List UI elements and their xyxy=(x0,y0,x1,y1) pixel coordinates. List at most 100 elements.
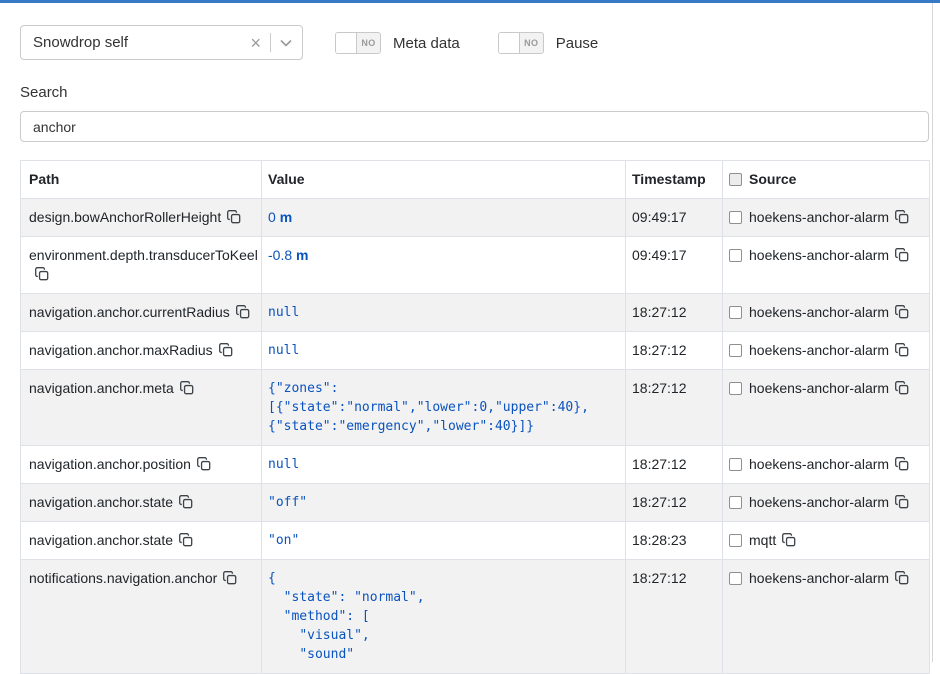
source-checkbox[interactable] xyxy=(729,572,742,585)
clear-icon[interactable]: × xyxy=(250,34,261,52)
source-checkbox[interactable] xyxy=(729,249,742,262)
path-text: navigation.anchor.position xyxy=(29,456,191,472)
toggle-knob xyxy=(499,33,520,53)
path-text: navigation.anchor.meta xyxy=(29,380,174,396)
copy-icon[interactable] xyxy=(227,210,241,224)
value-cell: { "state": "normal", "method": [ "visual… xyxy=(262,560,626,674)
timestamp-header: Timestamp xyxy=(626,161,723,199)
source-cell: hoekens-anchor-alarm xyxy=(723,484,930,522)
value-cell: null xyxy=(262,332,626,370)
copy-icon[interactable] xyxy=(895,210,909,224)
path-cell: notifications.navigation.anchor xyxy=(21,560,262,674)
copy-icon[interactable] xyxy=(236,305,250,319)
source-label: mqtt xyxy=(749,532,776,548)
copy-icon[interactable] xyxy=(180,381,194,395)
path-cell: navigation.anchor.state xyxy=(21,484,262,522)
source-checkbox[interactable] xyxy=(729,211,742,224)
copy-icon[interactable] xyxy=(895,305,909,319)
source-label: hoekens-anchor-alarm xyxy=(749,342,889,358)
toggle-knob xyxy=(336,33,357,53)
table-row: environment.depth.transducerToKeel -0.8 … xyxy=(21,237,930,294)
search-input[interactable] xyxy=(20,111,929,142)
source-cell: hoekens-anchor-alarm xyxy=(723,332,930,370)
copy-icon[interactable] xyxy=(35,267,49,281)
path-cell: design.bowAnchorRollerHeight xyxy=(21,199,262,237)
timestamp-cell: 18:27:12 xyxy=(626,484,723,522)
source-cell: mqtt xyxy=(723,522,930,560)
table-row: navigation.anchor.state "off" 18:27:12 h… xyxy=(21,484,930,522)
source-checkbox[interactable] xyxy=(729,458,742,471)
path-cell: environment.depth.transducerToKeel xyxy=(21,237,262,294)
copy-icon[interactable] xyxy=(219,343,233,357)
source-cell: hoekens-anchor-alarm xyxy=(723,446,930,484)
table-row: navigation.anchor.meta {"zones": [{"stat… xyxy=(21,370,930,446)
source-cell: hoekens-anchor-alarm xyxy=(723,199,930,237)
source-label: hoekens-anchor-alarm xyxy=(749,570,889,586)
table-row: navigation.anchor.maxRadius null 18:27:1… xyxy=(21,332,930,370)
value-cell: "off" xyxy=(262,484,626,522)
table-row: design.bowAnchorRollerHeight 0 m 09:49:1… xyxy=(21,199,930,237)
search-label: Search xyxy=(20,84,940,101)
table-row: navigation.anchor.currentRadius null 18:… xyxy=(21,294,930,332)
toolbar: Snowdrop self × NO Meta data NO Pause xyxy=(20,25,920,60)
path-cell: navigation.anchor.meta xyxy=(21,370,262,446)
table-row: navigation.anchor.position null 18:27:12… xyxy=(21,446,930,484)
value-cell: null xyxy=(262,294,626,332)
timestamp-cell: 18:27:12 xyxy=(626,446,723,484)
value-cell: null xyxy=(262,446,626,484)
source-cell: hoekens-anchor-alarm xyxy=(723,237,930,294)
path-cell: navigation.anchor.maxRadius xyxy=(21,332,262,370)
value-header: Value xyxy=(262,161,626,199)
meta-data-toggle-label: Meta data xyxy=(393,35,460,52)
source-header-label: Source xyxy=(749,171,796,187)
chevron-down-icon[interactable] xyxy=(280,39,292,47)
timestamp-cell: 09:49:17 xyxy=(626,199,723,237)
source-label: hoekens-anchor-alarm xyxy=(749,380,889,396)
path-text: notifications.navigation.anchor xyxy=(29,570,217,586)
path-text: design.bowAnchorRollerHeight xyxy=(29,209,221,225)
copy-icon[interactable] xyxy=(223,571,237,585)
copy-icon[interactable] xyxy=(782,533,796,547)
source-cell: hoekens-anchor-alarm xyxy=(723,294,930,332)
meta-data-toggle[interactable]: NO xyxy=(335,32,381,54)
timestamp-cell: 18:27:12 xyxy=(626,370,723,446)
timestamp-cell: 09:49:17 xyxy=(626,237,723,294)
copy-icon[interactable] xyxy=(895,457,909,471)
source-label: hoekens-anchor-alarm xyxy=(749,494,889,510)
value-cell: -0.8 m xyxy=(262,237,626,294)
select-divider xyxy=(270,33,271,52)
copy-icon[interactable] xyxy=(895,343,909,357)
source-label: hoekens-anchor-alarm xyxy=(749,456,889,472)
table-row: navigation.anchor.state "on" 18:28:23 mq… xyxy=(21,522,930,560)
search-section: Search xyxy=(20,84,940,142)
path-text: navigation.anchor.state xyxy=(29,494,173,510)
copy-icon[interactable] xyxy=(197,457,211,471)
source-checkbox[interactable] xyxy=(729,344,742,357)
source-checkbox[interactable] xyxy=(729,534,742,547)
timestamp-cell: 18:28:23 xyxy=(626,522,723,560)
path-text: environment.depth.transducerToKeel xyxy=(29,247,258,263)
source-checkbox[interactable] xyxy=(729,306,742,319)
copy-icon[interactable] xyxy=(895,571,909,585)
context-select[interactable]: Snowdrop self × xyxy=(20,25,303,60)
copy-icon[interactable] xyxy=(895,248,909,262)
source-checkbox[interactable] xyxy=(729,382,742,395)
toggle-state-label: NO xyxy=(357,33,380,53)
timestamp-cell: 18:27:12 xyxy=(626,560,723,674)
path-text: navigation.anchor.currentRadius xyxy=(29,304,230,320)
path-text: navigation.anchor.maxRadius xyxy=(29,342,213,358)
pause-toggle-label: Pause xyxy=(556,35,599,52)
data-table: Path Value Timestamp Source design.bowAn… xyxy=(20,160,930,674)
header-row: Path Value Timestamp Source xyxy=(21,161,930,199)
copy-icon[interactable] xyxy=(179,533,193,547)
copy-icon[interactable] xyxy=(895,495,909,509)
pause-toggle[interactable]: NO xyxy=(498,32,544,54)
path-text: navigation.anchor.state xyxy=(29,532,173,548)
source-cell: hoekens-anchor-alarm xyxy=(723,370,930,446)
copy-icon[interactable] xyxy=(895,381,909,395)
value-cell: "on" xyxy=(262,522,626,560)
select-all-checkbox[interactable] xyxy=(729,173,742,186)
copy-icon[interactable] xyxy=(179,495,193,509)
context-select-value: Snowdrop self xyxy=(33,34,250,51)
source-checkbox[interactable] xyxy=(729,496,742,509)
